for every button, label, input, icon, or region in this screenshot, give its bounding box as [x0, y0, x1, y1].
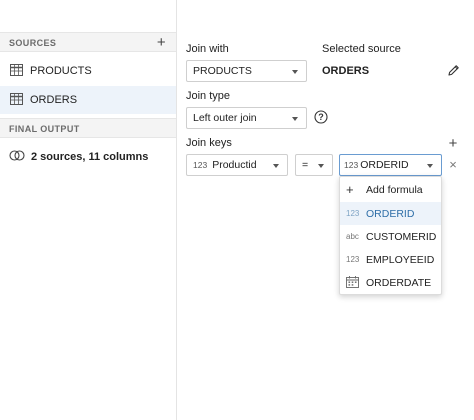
option-type: abc — [346, 232, 359, 241]
source-item-orders[interactable]: ORDERS — [0, 86, 176, 114]
source-item-products[interactable]: PRODUCTS — [0, 57, 176, 85]
remove-key-icon[interactable]: × — [447, 157, 459, 172]
option-label: EMPLOYEEID — [366, 253, 435, 266]
edit-pencil-icon[interactable] — [446, 63, 460, 77]
selected-source-label: Selected source — [322, 43, 401, 55]
table-icon — [10, 63, 23, 79]
right-key-select[interactable]: 123 ORDERID — [339, 154, 442, 176]
add-join-key-icon[interactable]: + — [447, 135, 459, 152]
dropdown-option-customerid[interactable]: abc CUSTOMERID — [340, 225, 441, 248]
output-summary-label: 2 sources, 11 columns — [31, 151, 149, 163]
join-type-select[interactable]: Left outer join — [186, 107, 307, 129]
final-output-header-label: FINAL OUTPUT — [9, 124, 80, 134]
source-item-label: PRODUCTS — [30, 65, 92, 77]
table-icon — [10, 92, 23, 108]
chevron-down-icon — [318, 164, 324, 168]
add-source-icon[interactable]: + — [157, 33, 166, 53]
option-label: CUSTOMERID — [366, 230, 437, 243]
dropdown-option-orderdate[interactable]: ORDERDATE — [340, 271, 441, 294]
join-circles-icon — [9, 150, 25, 164]
join-keys-label: Join keys — [186, 137, 232, 149]
right-key-dropdown: + Add formula 123 ORDERID abc CUSTOMERID… — [339, 176, 442, 295]
plus-icon: + — [346, 182, 354, 197]
operator-select[interactable]: = — [295, 154, 333, 176]
sidebar: SOURCES + PRODUCTS ORDERS FINAL OUTPUT 2… — [0, 0, 177, 420]
chevron-down-icon — [427, 164, 433, 168]
final-output-header: FINAL OUTPUT — [0, 118, 176, 138]
output-summary[interactable]: 2 sources, 11 columns — [9, 149, 148, 165]
operator-value: = — [302, 159, 309, 171]
chevron-down-icon — [273, 164, 279, 168]
selected-source-value: ORDERS — [322, 65, 370, 77]
option-label: ORDERDATE — [366, 276, 432, 289]
join-with-value: PRODUCTS — [193, 65, 252, 77]
svg-text:?: ? — [318, 112, 324, 122]
left-key-select[interactable]: 123 Productid — [186, 154, 288, 176]
add-formula-label: Add formula — [366, 183, 423, 196]
help-icon[interactable]: ? — [314, 110, 328, 124]
chevron-down-icon — [292, 117, 298, 121]
join-type-value: Left outer join — [193, 112, 257, 124]
left-key-value: Productid — [212, 159, 257, 171]
dropdown-option-orderid[interactable]: 123 ORDERID — [340, 202, 441, 225]
join-with-select[interactable]: PRODUCTS — [186, 60, 307, 82]
right-key-type: 123 — [344, 160, 359, 170]
add-formula-option[interactable]: + Add formula — [340, 178, 441, 201]
left-key-type: 123 — [193, 160, 208, 170]
sources-header-label: SOURCES — [9, 38, 57, 48]
option-type: 123 — [346, 255, 360, 264]
join-with-label: Join with — [186, 43, 229, 55]
right-key-value: ORDERID — [360, 159, 409, 171]
option-type: 123 — [346, 209, 360, 218]
source-item-label: ORDERS — [30, 94, 78, 106]
chevron-down-icon — [292, 70, 298, 74]
sources-header: SOURCES + — [0, 32, 176, 52]
option-label: ORDERID — [366, 207, 415, 220]
calendar-icon — [346, 275, 366, 290]
dropdown-option-employeeid[interactable]: 123 EMPLOYEEID — [340, 248, 441, 271]
join-type-label: Join type — [186, 90, 231, 102]
